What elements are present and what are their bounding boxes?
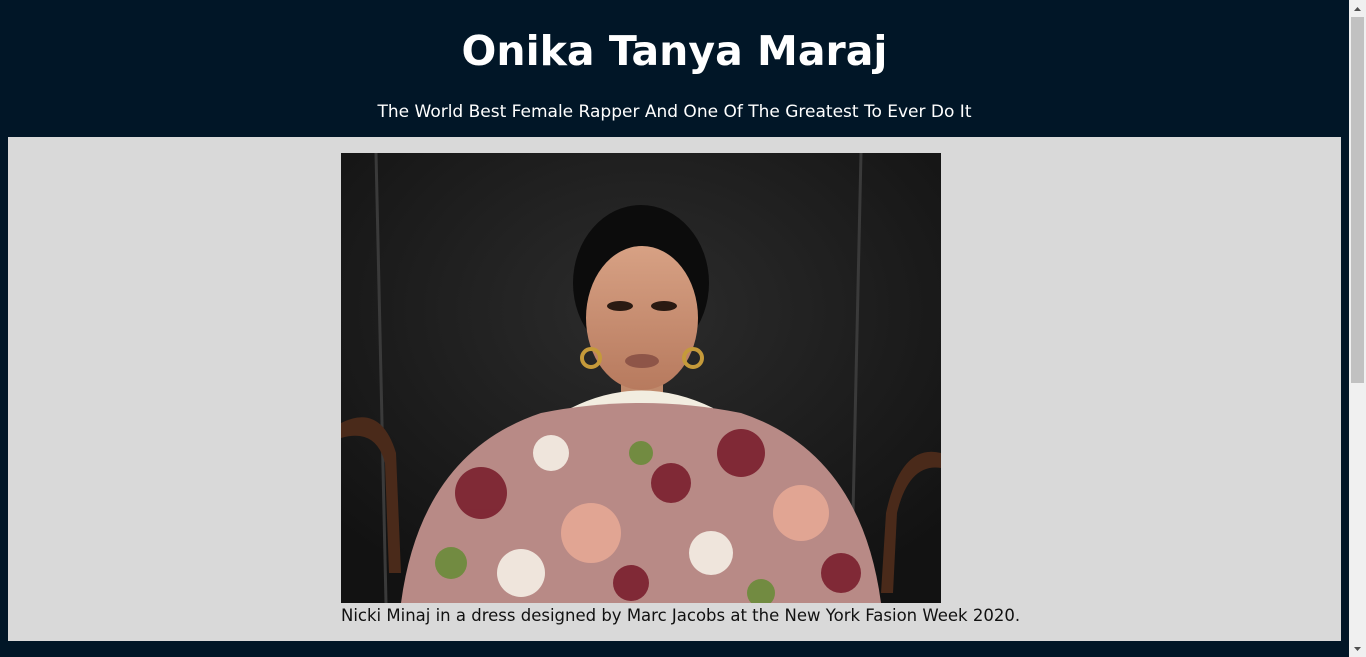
photo bbox=[341, 153, 941, 603]
triangle-up-icon bbox=[1354, 6, 1361, 11]
photo-illustration bbox=[341, 153, 941, 603]
page-tagline: The World Best Female Rapper And One Of … bbox=[377, 102, 972, 122]
vertical-scrollbar[interactable] bbox=[1349, 0, 1366, 657]
scrollbar-thumb[interactable] bbox=[1351, 17, 1364, 383]
content-panel: Nicki Minaj in a dress designed by Marc … bbox=[8, 137, 1341, 641]
scroll-up-button[interactable] bbox=[1349, 0, 1366, 17]
photo-figure: Nicki Minaj in a dress designed by Marc … bbox=[341, 153, 1041, 627]
triangle-down-icon bbox=[1354, 646, 1361, 651]
page: Onika Tanya Maraj The World Best Female … bbox=[0, 0, 1349, 657]
page-title: Onika Tanya Maraj bbox=[461, 27, 888, 75]
scroll-down-button[interactable] bbox=[1349, 640, 1366, 657]
photo-caption: Nicki Minaj in a dress designed by Marc … bbox=[341, 606, 1021, 625]
